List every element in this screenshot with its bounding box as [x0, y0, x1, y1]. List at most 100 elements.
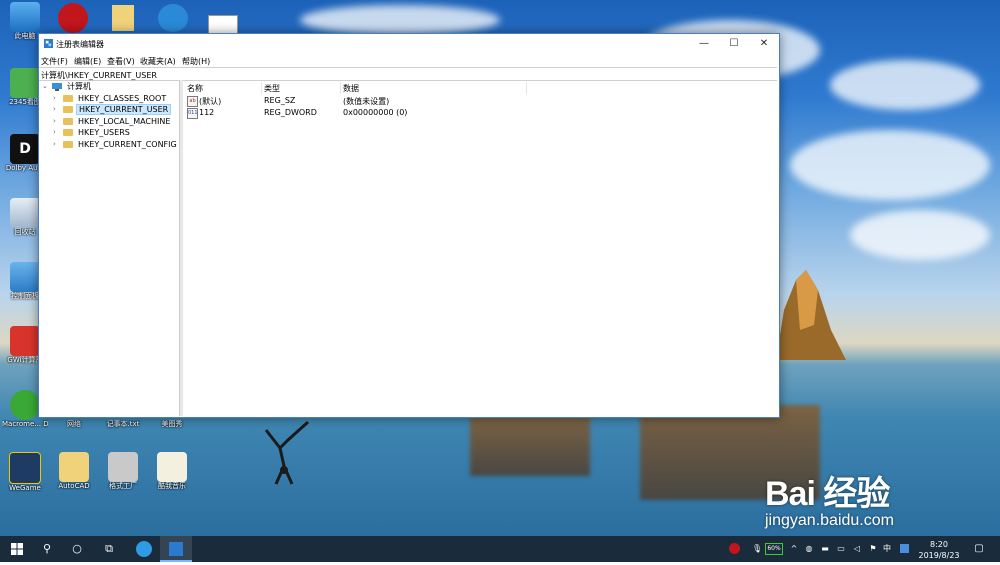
tray-flag[interactable]: ⚑: [866, 536, 880, 562]
folder-icon: [63, 129, 73, 136]
value-name: (默认): [199, 97, 222, 106]
clock-time: 8:20: [930, 540, 948, 549]
tray-globe[interactable]: ◍: [802, 536, 816, 562]
tree-root-label: 计算机: [67, 82, 91, 91]
menu-help[interactable]: 帮助(H): [182, 56, 210, 67]
recycle-bin-icon: [10, 198, 40, 228]
tray-mic[interactable]: 🎙: [752, 536, 762, 562]
menu-view[interactable]: 查看(V): [107, 56, 135, 67]
desktop-icon-format-factory[interactable]: 格式工厂: [100, 452, 146, 491]
column-header-name[interactable]: 名称: [187, 83, 203, 94]
wegame-icon: [9, 452, 41, 484]
folder-icon: [59, 452, 89, 482]
menu-favorites[interactable]: 收藏夹(A): [140, 56, 176, 67]
battery-indicator: 60%: [765, 542, 783, 555]
menu-edit[interactable]: 编辑(E): [74, 56, 101, 67]
tray-overflow[interactable]: ^: [788, 536, 800, 562]
wallpaper-rock: [776, 270, 846, 360]
value-data: 0x00000000 (0): [343, 108, 408, 117]
value-row[interactable]: ab (默认) REG_SZ (数值未设置): [183, 95, 777, 107]
computer-icon: [52, 83, 62, 91]
maximize-button[interactable]: ☐: [719, 34, 749, 54]
wallpaper-cloud: [830, 60, 980, 110]
chevron-right-icon[interactable]: ›: [53, 116, 61, 127]
desktop-icon-kuwo[interactable]: 酷我音乐: [149, 452, 195, 491]
dreamweaver-icon: [10, 390, 40, 420]
tray-ime[interactable]: 中: [880, 536, 894, 562]
clock-date: 2019/8/23: [918, 551, 960, 560]
title-bar[interactable]: 注册表编辑器 — ☐ ✕: [39, 34, 779, 54]
chevron-right-icon[interactable]: ›: [53, 93, 61, 104]
wallpaper-cloud: [790, 130, 990, 200]
shield-icon: [728, 543, 740, 554]
column-divider[interactable]: [526, 82, 527, 94]
task-view-button[interactable]: ⧉: [94, 536, 124, 562]
column-header-data[interactable]: 数据: [343, 83, 359, 94]
chevron-right-icon[interactable]: ›: [53, 127, 61, 138]
value-type: REG_DWORD: [264, 108, 317, 117]
app-icon: ▬: [821, 544, 829, 553]
tree-item-label: HKEY_CURRENT_USER: [76, 104, 172, 115]
volume-icon: ◁: [853, 544, 861, 553]
tree-item-label: HKEY_CURRENT_CONFIG: [78, 140, 177, 149]
tray-antivirus[interactable]: [726, 536, 742, 562]
tray-battery[interactable]: 60%: [763, 536, 785, 562]
baidu-logo: Bai 经验: [765, 475, 890, 513]
value-name: 112: [199, 108, 215, 117]
wallpaper-cloud: [300, 5, 500, 35]
task-view-icon: ⧉: [105, 542, 113, 555]
folder-icon: [63, 106, 73, 113]
registry-tree: ⌄ 计算机 › HKEY_CLASSES_ROOT › HKEY_CURRENT…: [39, 80, 179, 416]
column-divider[interactable]: [261, 82, 262, 94]
desktop-icon-wegame[interactable]: WeGame: [2, 452, 48, 493]
notification-icon: ▢: [974, 543, 984, 554]
video-player-icon[interactable]: [158, 4, 188, 32]
chevron-up-icon: ^: [790, 544, 798, 553]
control-panel-icon: [10, 262, 40, 292]
app-icon: [899, 544, 909, 553]
column-divider[interactable]: [340, 82, 341, 94]
start-button[interactable]: [2, 536, 32, 562]
desktop-icon-autocad[interactable]: AutoCAD: [51, 452, 97, 491]
chevron-right-icon[interactable]: ›: [53, 139, 61, 150]
window-title: 注册表编辑器: [56, 40, 104, 49]
close-button[interactable]: ✕: [749, 34, 779, 54]
value-row[interactable]: 011 112 REG_DWORD 0x00000000 (0): [183, 107, 777, 119]
format-factory-icon: [108, 452, 138, 482]
tray-app-2[interactable]: [897, 536, 911, 562]
value-data: (数值未设置): [343, 97, 390, 106]
image-viewer-icon: [10, 68, 40, 98]
circle-icon: ○: [72, 542, 82, 555]
microphone-icon: 🎙: [752, 544, 763, 553]
values-list: 名称 类型 数据 ab (默认) REG_SZ (数值未设置) 011 112 …: [183, 80, 777, 416]
action-center-button[interactable]: ▢: [968, 536, 990, 562]
value-type: REG_SZ: [264, 96, 296, 105]
wallpaper-cloud: [850, 210, 990, 260]
chevron-down-icon[interactable]: ⌄: [42, 81, 50, 92]
address-bar[interactable]: 计算机\HKEY_CURRENT_USER: [39, 67, 777, 81]
chevron-right-icon[interactable]: ›: [53, 104, 61, 115]
wallpaper-person: [264, 420, 310, 485]
taskbar-app-browser[interactable]: [128, 536, 160, 562]
regedit-icon: [169, 542, 183, 556]
tray-volume[interactable]: ◁: [850, 536, 864, 562]
tree-item-label: HKEY_CLASSES_ROOT: [78, 94, 167, 103]
search-button[interactable]: ⚲: [32, 536, 62, 562]
tray-app[interactable]: ▬: [818, 536, 832, 562]
baidu-watermark: Bai 经验 jingyan.baidu.com: [765, 456, 945, 529]
minimize-button[interactable]: —: [689, 34, 719, 54]
tray-network[interactable]: ▭: [834, 536, 848, 562]
tree-item-label: HKEY_USERS: [78, 128, 130, 137]
folder-icon[interactable]: [112, 5, 134, 31]
app-shortcut-icon[interactable]: [58, 3, 88, 33]
taskbar-app-regedit[interactable]: [160, 536, 192, 562]
document-thumbnail-icon[interactable]: [208, 15, 238, 35]
cortana-button[interactable]: ○: [62, 536, 92, 562]
regedit-icon: [44, 39, 53, 48]
computer-icon: [10, 2, 40, 32]
menu-file[interactable]: 文件(F): [41, 56, 68, 67]
menu-bar: 文件(F) 编辑(E) 查看(V) 收藏夹(A) 帮助(H): [39, 55, 779, 67]
system-clock[interactable]: 8:20 2019/8/23: [914, 539, 964, 561]
column-header-type[interactable]: 类型: [264, 83, 280, 94]
search-icon: ⚲: [42, 542, 52, 555]
